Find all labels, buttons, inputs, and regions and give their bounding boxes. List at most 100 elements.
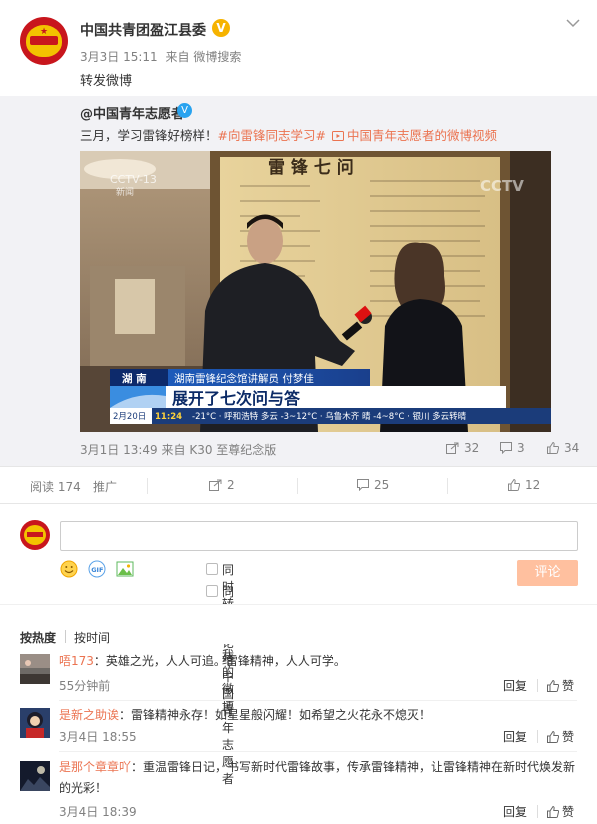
comment-text: 英雄之光，人人可追。雷锋精神，人人可学。	[105, 654, 346, 668]
channel-logo: CCTV-13	[110, 173, 157, 186]
video-frame: 雷 锋 七 问 CCTV-13 新闻 CCTV 湖 南 湖南雷锋纪念馆讲解员 付…	[80, 151, 551, 432]
like-button[interactable]: 12	[508, 478, 540, 492]
comment-time: 3月4日 18:39	[59, 805, 137, 819]
my-avatar[interactable]	[20, 520, 50, 550]
reply-button[interactable]: 回复	[503, 803, 527, 820]
author-name[interactable]: 中国共青团盈江县委	[80, 20, 206, 40]
repost-icon	[209, 479, 222, 491]
comment-text-row: 是新之助诶：雷锋精神永存！如星星般闪耀！如希望之火花永不熄灭！	[59, 708, 432, 722]
image-upload-icon[interactable]	[116, 560, 134, 578]
youth-league-emblem-icon	[24, 525, 46, 545]
repost-to-my-weibo-checkbox[interactable]	[206, 563, 218, 575]
comment-to-author-checkbox[interactable]	[206, 585, 218, 597]
post-date[interactable]: 3月3日 15:11	[80, 50, 158, 64]
share-icon	[446, 442, 459, 454]
read-count: 阅读 174	[30, 478, 81, 495]
video-player[interactable]: 雷 锋 七 问 CCTV-13 新闻 CCTV 湖 南 湖南雷锋纪念馆讲解员 付…	[80, 151, 551, 432]
forward-date[interactable]: 3月1日 13:49	[80, 443, 158, 457]
post-stats-bar: 阅读 174 推广 2 25 12	[0, 466, 597, 504]
board-title: 雷 锋 七 问	[268, 157, 354, 178]
submit-comment-button[interactable]: 评论	[517, 560, 578, 586]
comment-icon	[357, 479, 369, 492]
video-link-label: 中国青年志愿者的微博视频	[346, 128, 497, 143]
sort-by-hot-tab[interactable]: 按热度	[20, 629, 56, 646]
forward-like-count: 34	[564, 441, 580, 455]
comment-sort-bar: 按热度 按时间	[0, 604, 597, 646]
forward-text-plain: 三月，学习雷锋好榜样！	[80, 128, 218, 143]
comment-text: 雷锋精神永存！如星星般闪耀！如希望之火花永不熄灭！	[131, 708, 432, 722]
ticker-date: 2月20日	[113, 412, 146, 422]
thumbs-up-icon	[547, 805, 560, 818]
forward-comment-count: 3	[517, 441, 525, 455]
post-via[interactable]: 微博搜索	[193, 50, 241, 64]
forward-text: 三月，学习雷锋好榜样！#向雷锋同志学习# 中国青年志愿者的微博视频	[80, 125, 497, 144]
comment-like-button[interactable]: 赞	[547, 803, 574, 820]
forward-via[interactable]: K30 至尊纪念版	[189, 443, 276, 457]
comment-text: 重温雷锋日记，书写新时代雷锋故事，传承雷锋精神，让雷锋精神在新时代焕发新的光彩！	[59, 760, 576, 795]
forward-meta: 3月1日 13:49 来自 K30 至尊纪念版	[80, 441, 276, 458]
comment-like-label: 赞	[562, 730, 575, 744]
forward-via-prefix: 来自	[161, 443, 186, 457]
thumbs-up-icon	[547, 679, 560, 692]
ticker-time: 11:24	[155, 412, 182, 422]
comment-time: 55分钟前	[59, 679, 111, 693]
comments-tab[interactable]: 25	[357, 478, 389, 492]
commenter-name[interactable]: 是那个章章吖	[59, 760, 131, 774]
post-text: 转发微博	[80, 74, 133, 89]
verified-badge-icon: V	[212, 19, 230, 37]
ticker-text: -21°C · 呼和浩特 多云 -3~12°C · 乌鲁木齐 晴 -4~8°C …	[192, 411, 467, 422]
emoji-icon[interactable]	[60, 560, 78, 578]
gif-icon[interactable]: GIF	[88, 560, 106, 578]
forwarded-post: @中国青年志愿者 V 三月，学习雷锋好榜样！#向雷锋同志学习# 中国青年志愿者的微…	[0, 96, 597, 466]
commenter-name[interactable]: 唔173	[59, 654, 94, 668]
thumbs-up-icon	[547, 730, 560, 743]
comment-text-row: 是那个章章吖：重温雷锋日记，书写新时代雷锋故事，传承雷锋精神，让雷锋精神在新时代…	[59, 760, 576, 795]
comment-text-row: 唔173：英雄之光，人人可追。雷锋精神，人人可学。	[59, 654, 346, 668]
video-headline: 展开了七次问与答	[172, 389, 301, 408]
channel-sub: 新闻	[116, 186, 134, 198]
comment-icon	[500, 442, 512, 455]
hashtag-link[interactable]: #向雷锋同志学习#	[218, 128, 326, 143]
thumbs-up-icon	[547, 441, 560, 454]
more-options-chevron-icon[interactable]	[566, 18, 580, 28]
read-value: 174	[57, 480, 81, 494]
video-icon	[331, 131, 344, 141]
commenter-avatar[interactable]	[20, 708, 50, 738]
verified-blue-badge-icon: V	[177, 103, 192, 118]
forward-user-name[interactable]: @中国青年志愿者	[80, 103, 184, 122]
forward-comment-button[interactable]: 3	[500, 441, 525, 457]
comment-like-button[interactable]: 赞	[547, 677, 574, 694]
weibo-post: ★ 中国共青团盈江县委 V 3月3日 15:11 来自 微博搜索 转发微博 @中…	[0, 0, 597, 466]
promote-button[interactable]: 推广	[93, 478, 117, 495]
comment-input[interactable]	[60, 521, 578, 551]
comments-count: 25	[374, 478, 390, 492]
post-via-prefix: 来自	[165, 50, 190, 64]
sort-by-time-tab[interactable]: 按时间	[74, 629, 110, 646]
comment-like-button[interactable]: 赞	[547, 728, 574, 745]
svg-text:GIF: GIF	[91, 566, 103, 574]
comment-like-label: 赞	[562, 679, 575, 693]
reply-button[interactable]: 回复	[503, 728, 527, 745]
youth-league-emblem-icon: ★	[26, 25, 62, 57]
comment-like-label: 赞	[562, 805, 575, 819]
commenter-avatar[interactable]	[20, 761, 50, 791]
reply-button[interactable]: 回复	[503, 677, 527, 694]
forward-share-button[interactable]: 32	[446, 441, 479, 457]
thumbs-up-icon	[508, 478, 521, 491]
lower-third-title: 湖南雷锋纪念馆讲解员 付梦佳	[174, 372, 314, 385]
repost-count: 2	[227, 478, 235, 492]
read-label: 阅读	[30, 480, 55, 494]
comment-time: 3月4日 18:55	[59, 730, 137, 744]
forward-share-count: 32	[464, 441, 480, 455]
post-meta: 3月3日 15:11 来自 微博搜索	[80, 48, 241, 65]
commenter-name[interactable]: 是新之助诶	[59, 708, 119, 722]
like-count: 12	[525, 478, 541, 492]
commenter-avatar[interactable]	[20, 654, 50, 684]
forward-like-button[interactable]: 34	[547, 441, 579, 457]
repost-button[interactable]: 2	[209, 478, 235, 492]
cctv-watermark-icon: CCTV	[480, 177, 524, 195]
region-label: 湖 南	[122, 372, 147, 385]
comment-composer: GIF 同时转发到我的微博 同时评论给 中国青年志愿者 评论	[0, 504, 597, 786]
video-link[interactable]: 中国青年志愿者的微博视频	[331, 128, 497, 143]
author-avatar[interactable]: ★	[20, 17, 68, 65]
